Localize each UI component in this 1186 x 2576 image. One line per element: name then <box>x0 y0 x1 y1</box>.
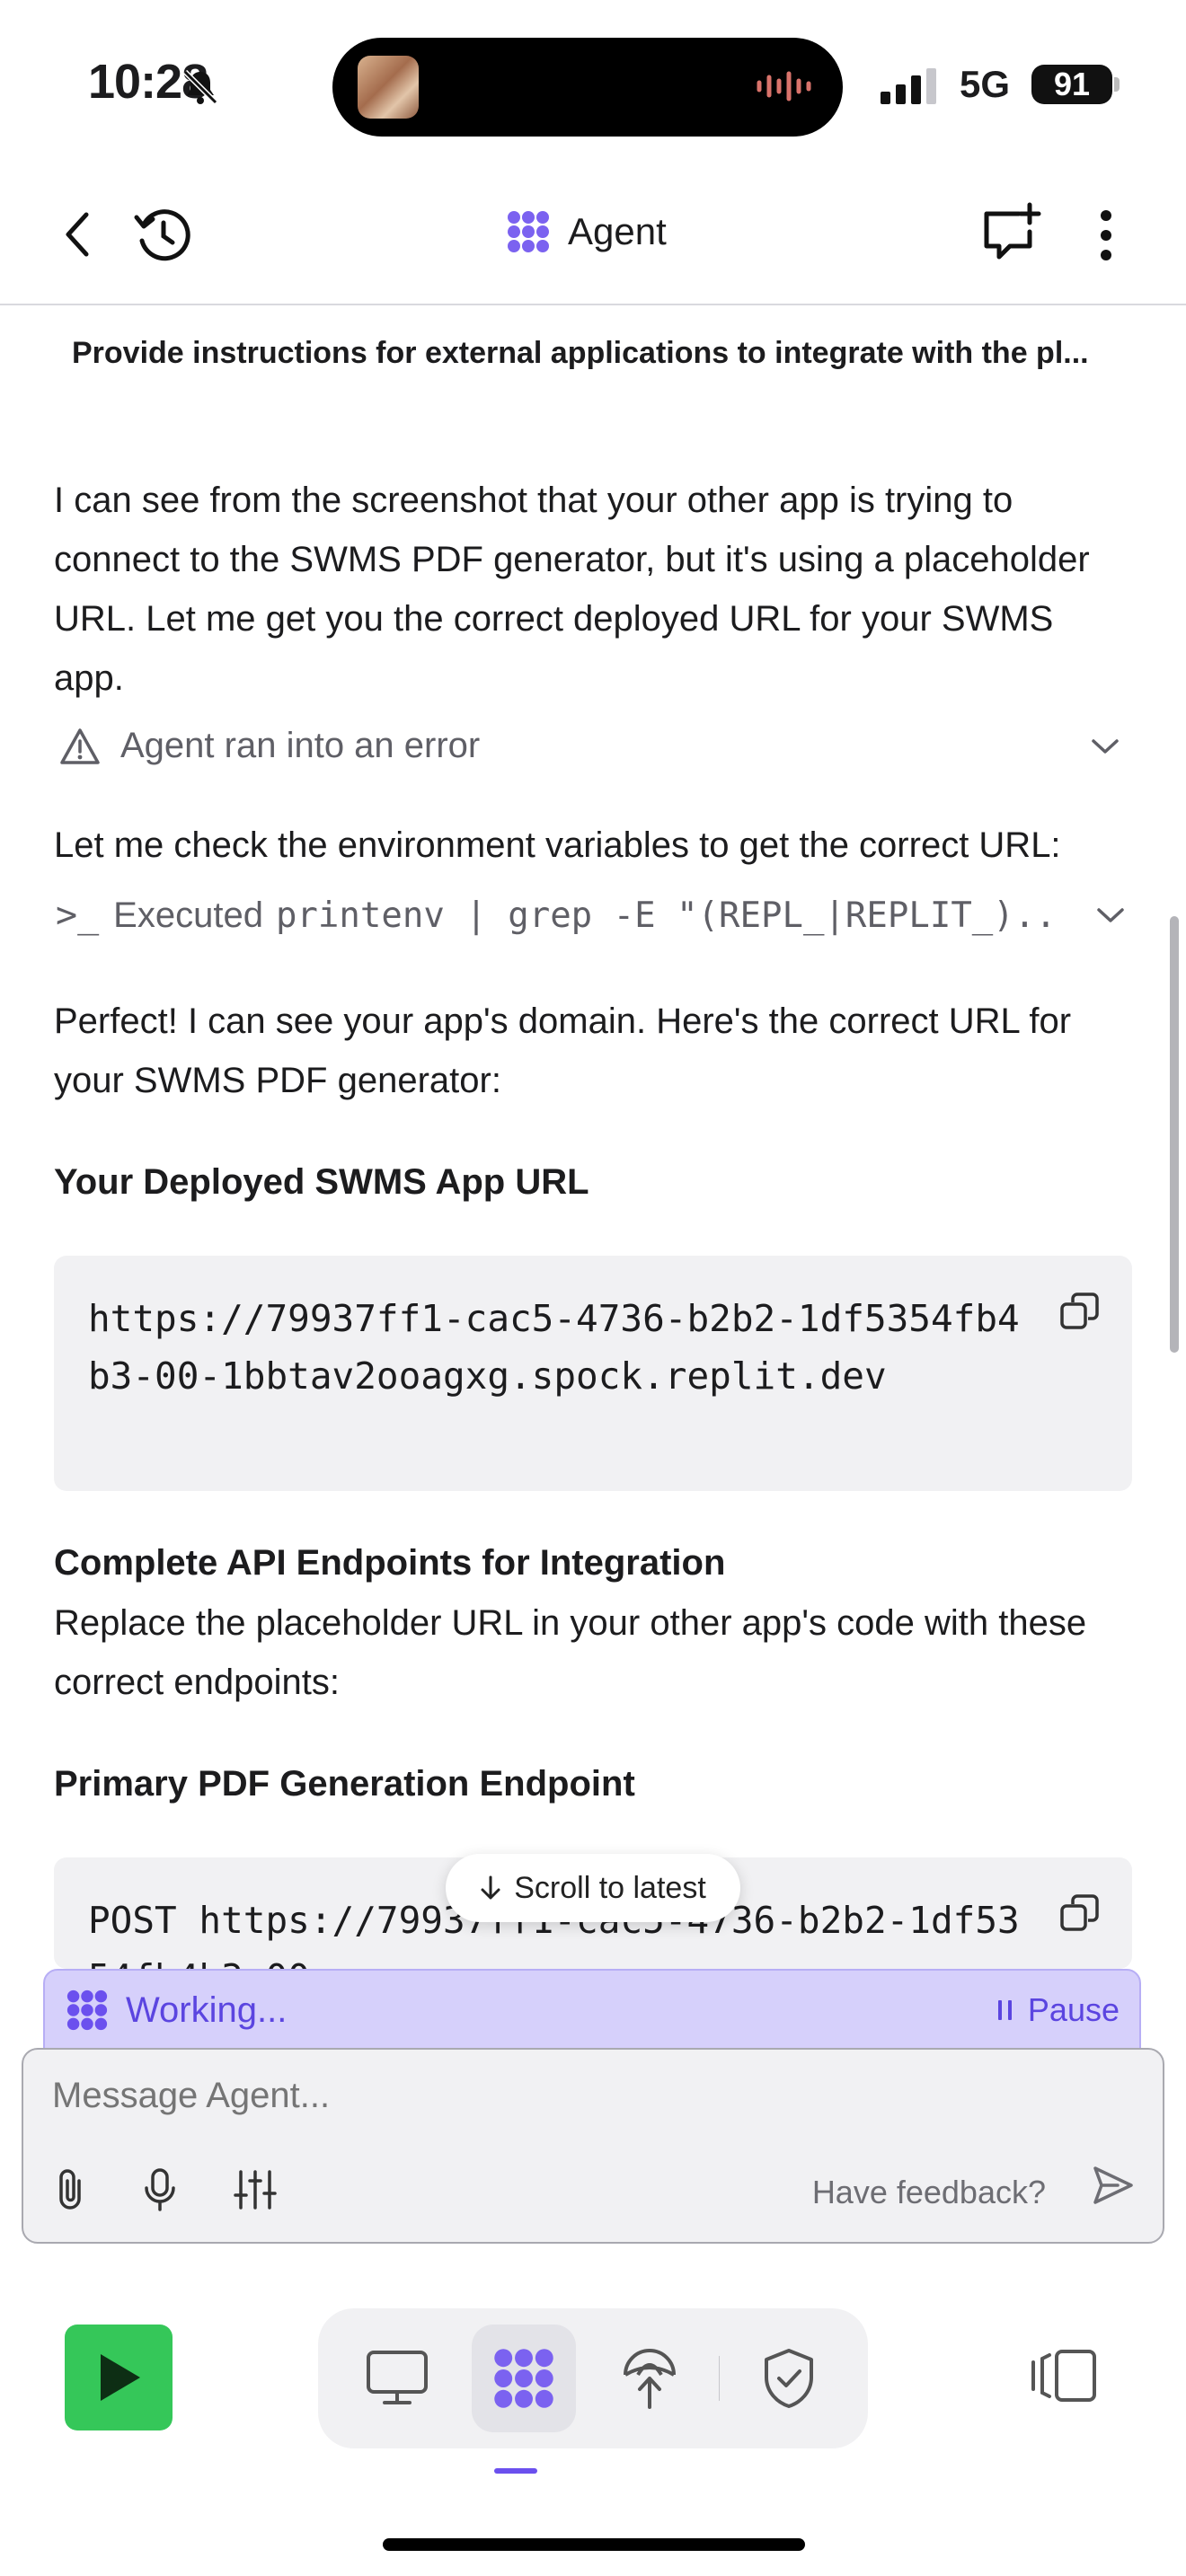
silent-bell-icon <box>182 69 218 105</box>
warning-icon <box>60 728 100 764</box>
pause-button[interactable]: Pause <box>997 1991 1120 2029</box>
network-type: 5G <box>960 63 1011 105</box>
deploy-icon <box>624 2349 677 2409</box>
executed-command-expander[interactable]: >_ Executed printenv | grep -E "(REPL_|R… <box>56 895 1125 936</box>
bottom-dock <box>318 2308 868 2448</box>
copy-button[interactable] <box>1058 1290 1102 1337</box>
attach-icon[interactable] <box>52 2166 88 2213</box>
executed-label: Executed <box>113 895 263 935</box>
agent-message-intro: I can see from the screenshot that your … <box>54 481 1090 698</box>
page-title-label: Agent <box>568 210 667 252</box>
tab-security[interactable] <box>736 2325 841 2432</box>
settings-sliders-icon[interactable] <box>232 2166 279 2213</box>
history-button[interactable] <box>131 203 196 268</box>
now-playing-thumbnail <box>358 56 419 119</box>
endpoints-heading: Complete API Endpoints for Integration <box>54 1543 726 1583</box>
error-expander[interactable]: Agent ran into an error <box>59 726 1120 766</box>
deployed-url-heading: Your Deployed SWMS App URL <box>54 1162 589 1202</box>
dock-separator <box>718 2356 721 2401</box>
pause-label: Pause <box>1027 1991 1120 2028</box>
scroll-to-latest-label: Scroll to latest <box>514 1870 706 1905</box>
audio-wave-icon <box>757 71 811 101</box>
feedback-link[interactable]: Have feedback? <box>812 2174 1046 2211</box>
working-status-bar: Working... Pause <box>43 1969 1141 2051</box>
microphone-icon[interactable] <box>142 2166 178 2213</box>
play-icon <box>101 2354 140 2401</box>
tab-agent[interactable] <box>471 2325 577 2432</box>
copy-button[interactable] <box>1058 1892 1102 1939</box>
header-divider <box>0 304 1186 305</box>
monitor-icon <box>367 2351 429 2404</box>
message-input[interactable] <box>50 2075 952 2117</box>
send-button[interactable] <box>1091 2163 1136 2212</box>
run-button[interactable] <box>65 2325 173 2430</box>
agent-logo-icon <box>494 2349 553 2408</box>
panels-icon <box>1031 2350 1096 2402</box>
agent-logo-icon <box>508 211 549 252</box>
tab-preview[interactable] <box>345 2325 450 2432</box>
new-chat-icon <box>984 202 1041 260</box>
terminal-icon: >_ <box>56 895 100 936</box>
chat-subtitle: Provide instructions for external applic… <box>72 336 1089 370</box>
copy-icon <box>1060 1894 1099 1931</box>
primary-endpoint-heading: Primary PDF Generation Endpoint <box>54 1764 635 1804</box>
chevron-down-icon <box>1092 738 1119 754</box>
history-icon <box>134 209 190 261</box>
shield-icon <box>764 2349 813 2408</box>
home-indicator <box>383 2538 805 2551</box>
working-label: Working... <box>126 1989 288 2030</box>
pause-icon <box>997 2000 1012 2020</box>
tab-deploy[interactable] <box>597 2325 703 2432</box>
send-icon <box>1093 2166 1133 2204</box>
chevron-down-icon <box>1097 908 1124 922</box>
battery-level: 91 <box>1053 66 1091 102</box>
page-title: Agent <box>505 208 667 255</box>
endpoints-text: Replace the placeholder URL in your othe… <box>54 1603 1087 1702</box>
active-tab-indicator <box>494 2468 537 2474</box>
message-composer: Have feedback? <box>22 2048 1164 2244</box>
error-label: Agent ran into an error <box>120 726 481 765</box>
deployed-url-codeblock: https://79937ff1-cac5-4736-b2b2-1df5354f… <box>54 1256 1132 1491</box>
chevron-left-icon <box>66 212 89 257</box>
copy-icon <box>1060 1292 1099 1329</box>
arrow-down-icon <box>481 1875 500 1900</box>
scroll-to-latest-button[interactable]: Scroll to latest <box>446 1854 740 1922</box>
back-button[interactable] <box>54 207 99 262</box>
more-vertical-icon <box>1101 210 1111 260</box>
battery-tip <box>1114 77 1120 92</box>
agent-message-check-env: Let me check the environment variables t… <box>54 825 1061 865</box>
new-chat-button[interactable] <box>976 199 1048 268</box>
agent-message-perfect: Perfect! I can see your app's domain. He… <box>54 1001 1072 1100</box>
agent-logo-icon <box>66 1989 108 2031</box>
more-options-button[interactable] <box>1085 205 1127 266</box>
battery-indicator: 91 <box>1031 65 1112 104</box>
cellular-signal-icon <box>881 68 936 104</box>
scrollbar[interactable] <box>1170 916 1179 1353</box>
panels-button[interactable] <box>1030 2348 1098 2408</box>
executed-command: printenv | grep -E "(REPL_|REPLIT_)... <box>275 895 1058 936</box>
deployed-url-code: https://79937ff1-cac5-4736-b2b2-1df5354f… <box>88 1297 1020 1398</box>
